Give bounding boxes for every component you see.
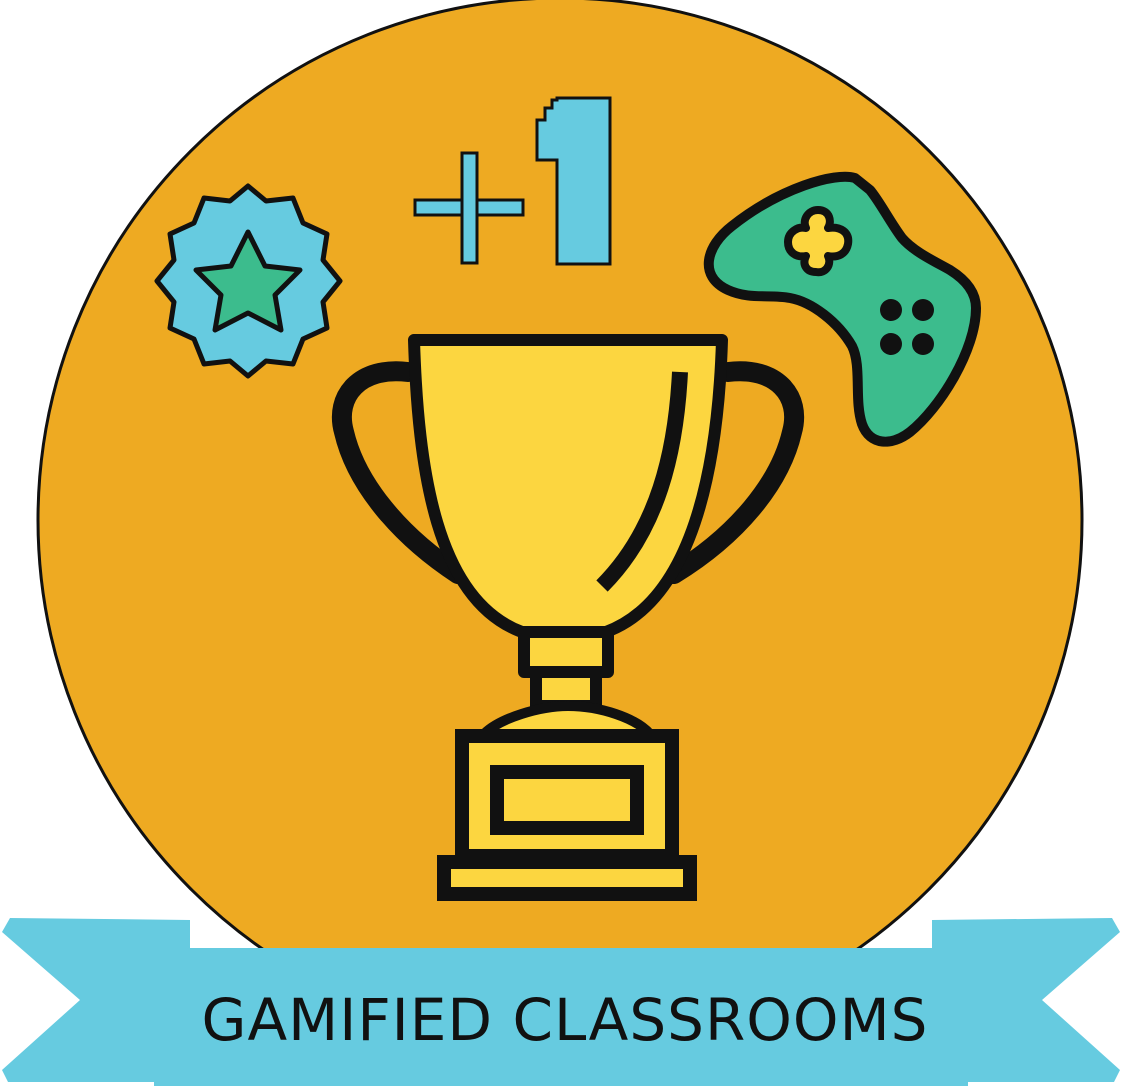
banner-title: GAMIFIED CLASSROOMS	[202, 986, 929, 1054]
badge-graphic: GAMIFIED CLASSROOMS	[2, 0, 1120, 1086]
gamified-classrooms-badge: GAMIFIED CLASSROOMS	[0, 0, 1122, 1088]
